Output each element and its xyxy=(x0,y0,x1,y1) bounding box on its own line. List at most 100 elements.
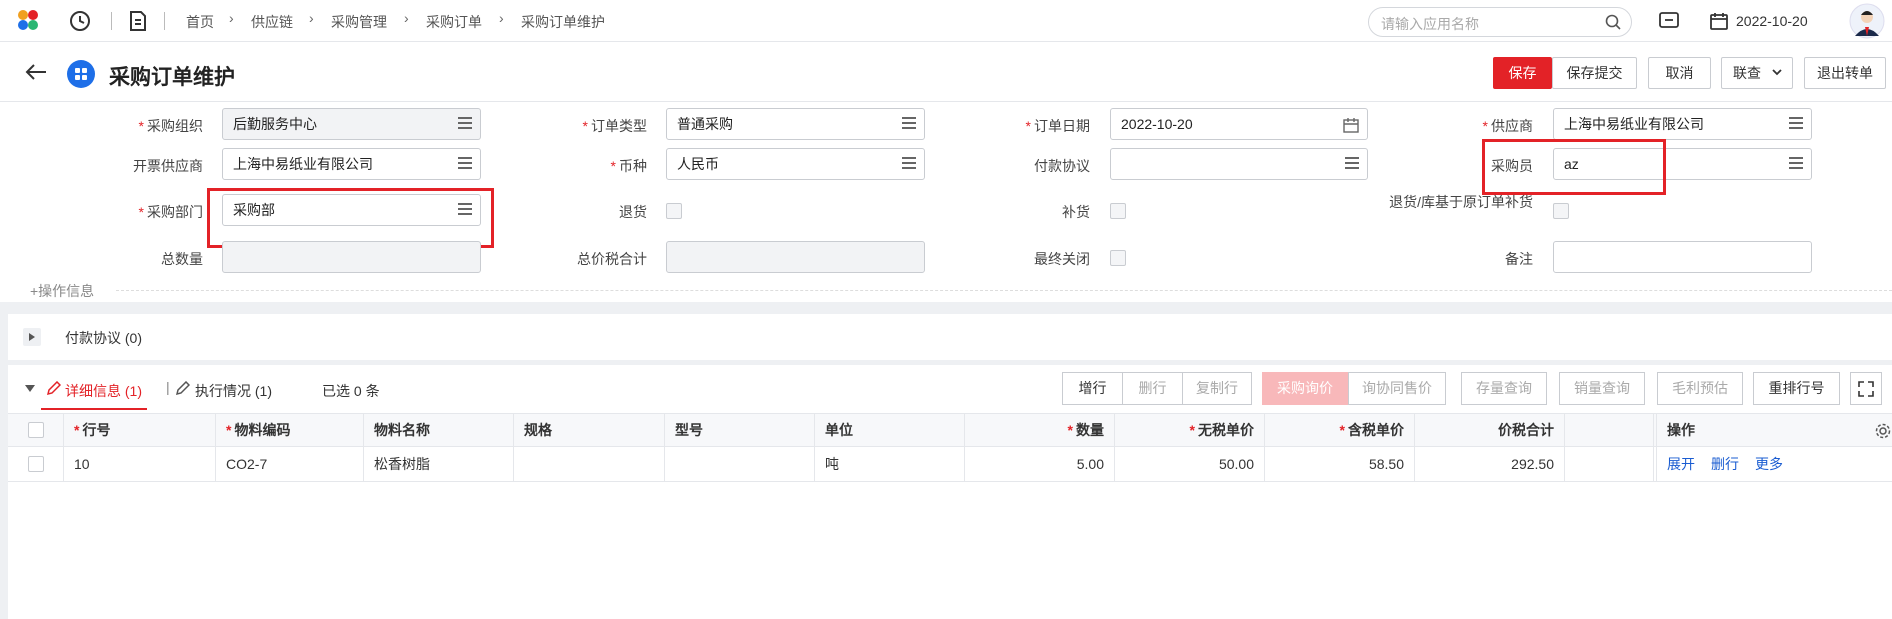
cell-price-with-tax[interactable]: 58.50 xyxy=(1265,447,1415,481)
caret-down-icon[interactable] xyxy=(24,384,36,393)
calendar-icon[interactable] xyxy=(1343,117,1359,133)
col-row-no[interactable]: * 行号 xyxy=(64,413,216,447)
replenish-checkbox[interactable] xyxy=(1110,203,1126,219)
message-icon[interactable] xyxy=(1658,11,1680,31)
app-logo-icon[interactable] xyxy=(17,9,39,31)
current-date: 2022-10-20 xyxy=(1736,13,1808,29)
org-field[interactable]: 后勤服务中心 xyxy=(222,108,481,140)
list-icon[interactable] xyxy=(1789,157,1803,169)
col-ops: 操作 xyxy=(1656,413,1892,447)
org-label: * 采购组织 xyxy=(138,118,203,134)
margin-estimate-button[interactable]: 毛利预估 xyxy=(1657,372,1743,405)
gear-icon[interactable] xyxy=(1875,423,1891,439)
linked-query-dropdown[interactable]: 联查 xyxy=(1721,57,1793,89)
order-type-label: * 订单类型 xyxy=(582,118,647,134)
cell-ops: 展开 删行 更多 xyxy=(1656,447,1892,481)
list-icon[interactable] xyxy=(902,117,916,129)
cell-material-name[interactable]: 松香树脂 xyxy=(364,447,514,481)
list-icon[interactable] xyxy=(1789,117,1803,129)
fullscreen-icon xyxy=(1858,381,1874,397)
app-search-input[interactable]: 请输入应用名称 xyxy=(1368,7,1632,37)
currency-field[interactable]: 人民币 xyxy=(666,148,925,180)
document-icon[interactable] xyxy=(127,10,149,32)
search-placeholder: 请输入应用名称 xyxy=(1381,16,1479,32)
invoice-supplier-label: 开票供应商 xyxy=(133,158,203,174)
return-based-label: 退货/库基于原订单补货 xyxy=(1389,194,1533,210)
tab-detail[interactable]: 详细信息 (1) xyxy=(65,381,142,401)
row-checkbox[interactable] xyxy=(28,456,44,472)
cell-model[interactable] xyxy=(665,447,815,481)
breadcrumb-current: 采购订单维护 xyxy=(521,14,605,30)
divider xyxy=(111,12,112,30)
inquiry-sales-price-button[interactable]: 询协同售价 xyxy=(1348,372,1446,405)
back-arrow-icon[interactable] xyxy=(25,63,47,81)
divider xyxy=(164,12,165,30)
breadcrumb-purchase-order[interactable]: 采购订单 xyxy=(426,12,482,32)
cell-spec[interactable] xyxy=(514,447,665,481)
sales-query-button[interactable]: 销量查询 xyxy=(1559,372,1645,405)
divider xyxy=(8,481,1892,482)
payment-agreement-field[interactable] xyxy=(1110,148,1368,180)
select-all-checkbox[interactable] xyxy=(28,422,44,438)
breadcrumb-home[interactable]: 首页 xyxy=(186,12,214,32)
col-spec[interactable]: 规格 xyxy=(514,413,665,447)
supplier-label: * 供应商 xyxy=(1482,118,1533,134)
total-qty-label: 总数量 xyxy=(161,251,203,267)
final-close-checkbox[interactable] xyxy=(1110,250,1126,266)
fullscreen-button[interactable] xyxy=(1850,372,1882,405)
total-tax-field xyxy=(666,241,925,273)
chevron-right-icon: › xyxy=(229,10,234,26)
search-icon[interactable] xyxy=(1605,14,1621,30)
stock-query-button[interactable]: 存量查询 xyxy=(1461,372,1547,405)
final-close-label: 最终关闭 xyxy=(1034,251,1090,267)
col-total-with-tax[interactable]: 价税合计 xyxy=(1415,413,1565,447)
cell-material-code[interactable]: CO2-7 xyxy=(216,447,364,481)
list-icon[interactable] xyxy=(458,157,472,169)
delete-row-link[interactable]: 删行 xyxy=(1711,447,1739,481)
return-checkbox[interactable] xyxy=(666,203,682,219)
cell-price-no-tax[interactable]: 50.00 xyxy=(1115,447,1265,481)
expand-link[interactable]: 展开 xyxy=(1667,447,1695,481)
order-type-field[interactable]: 普通采购 xyxy=(666,108,925,140)
remark-field[interactable] xyxy=(1553,241,1812,273)
col-model[interactable]: 型号 xyxy=(665,413,815,447)
col-material-code[interactable]: * 物料编码 xyxy=(216,413,364,447)
list-icon[interactable] xyxy=(458,117,472,129)
op-info-toggle[interactable]: +操作信息 xyxy=(30,281,94,301)
supplier-field[interactable]: 上海中易纸业有限公司 xyxy=(1553,108,1812,140)
top-bar: 首页 › 供应链 › 采购管理 › 采购订单 › 采购订单维护 请输入应用名称 … xyxy=(0,0,1892,42)
currency-label: * 币种 xyxy=(610,158,647,174)
list-icon[interactable] xyxy=(1345,157,1359,169)
add-row-button[interactable]: 增行 xyxy=(1062,372,1123,405)
more-link[interactable]: 更多 xyxy=(1755,447,1783,481)
history-clock-icon[interactable] xyxy=(69,10,91,32)
col-unit[interactable]: 单位 xyxy=(815,413,965,447)
save-submit-button[interactable]: 保存提交 xyxy=(1552,57,1637,89)
cell-unit[interactable]: 吨 xyxy=(815,447,965,481)
cell-qty[interactable]: 5.00 xyxy=(965,447,1115,481)
breadcrumb-purchase-mgmt[interactable]: 采购管理 xyxy=(331,12,387,32)
col-price-no-tax[interactable]: * 无税单价 xyxy=(1115,413,1265,447)
tab-execution[interactable]: 执行情况 (1) xyxy=(195,381,272,401)
exit-transfer-button[interactable]: 退出转单 xyxy=(1804,57,1886,89)
cancel-button[interactable]: 取消 xyxy=(1648,57,1711,89)
cell-row-no[interactable]: 10 xyxy=(64,447,216,481)
return-based-checkbox[interactable] xyxy=(1553,203,1569,219)
renumber-button[interactable]: 重排行号 xyxy=(1753,372,1840,405)
edit-icon xyxy=(175,381,190,396)
breadcrumb-supply-chain[interactable]: 供应链 xyxy=(251,12,293,32)
save-button[interactable]: 保存 xyxy=(1493,57,1552,89)
col-material-name[interactable]: 物料名称 xyxy=(364,413,514,447)
purchase-inquiry-button[interactable]: 采购询价 xyxy=(1262,372,1348,405)
copy-row-button[interactable]: 复制行 xyxy=(1182,372,1252,405)
invoice-supplier-field[interactable]: 上海中易纸业有限公司 xyxy=(222,148,481,180)
col-qty[interactable]: * 数量 xyxy=(965,413,1115,447)
calendar-icon[interactable] xyxy=(1709,11,1729,31)
list-icon[interactable] xyxy=(902,157,916,169)
col-price-with-tax[interactable]: * 含税单价 xyxy=(1265,413,1415,447)
delete-row-button[interactable]: 删行 xyxy=(1122,372,1183,405)
highlight-box xyxy=(1482,139,1666,195)
expand-toggle[interactable] xyxy=(23,328,41,346)
order-date-field[interactable]: 2022-10-20 xyxy=(1110,108,1368,140)
avatar[interactable] xyxy=(1849,3,1885,39)
